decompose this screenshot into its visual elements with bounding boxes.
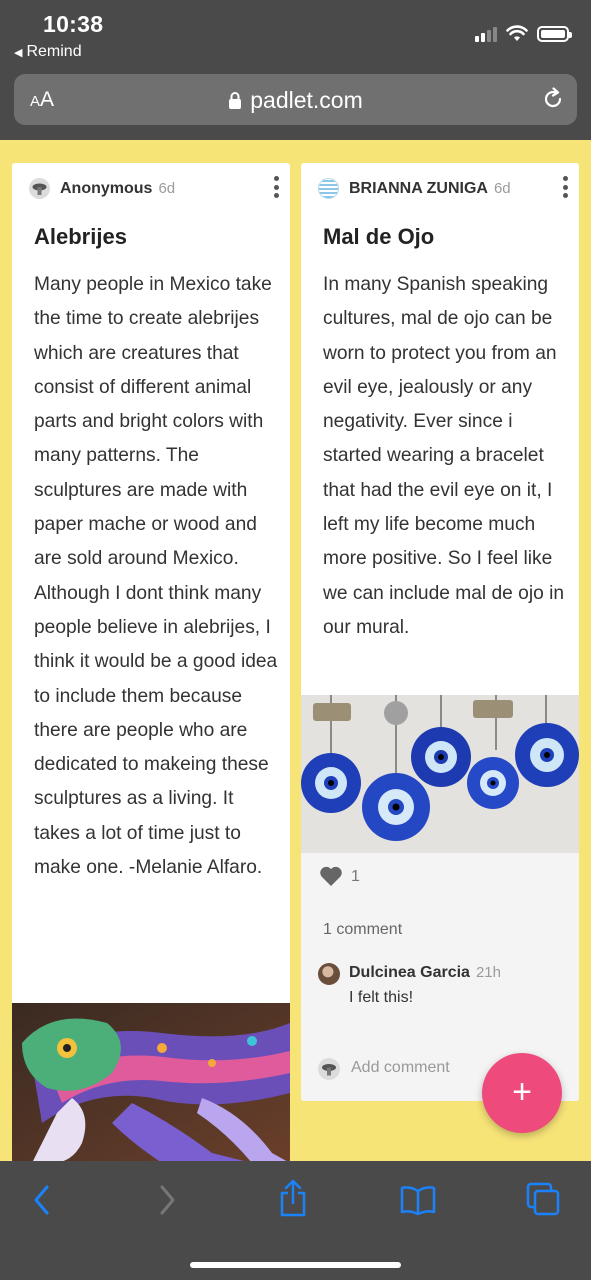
post-header: Anonymous 6d	[12, 163, 290, 213]
back-triangle-icon: ◀	[14, 47, 23, 59]
lock-icon	[229, 92, 242, 109]
status-icons	[475, 25, 572, 42]
comment-author: Dulcinea Garcia 21h	[349, 964, 501, 981]
wifi-icon	[506, 25, 528, 41]
home-indicator[interactable]	[190, 1262, 401, 1268]
reload-icon[interactable]	[541, 87, 565, 111]
anonymous-avatar-icon	[318, 1058, 340, 1080]
address-bar[interactable]: AA padlet.com	[14, 74, 577, 125]
back-to-app-link[interactable]: ◀ Remind	[14, 43, 82, 61]
heart-icon	[320, 866, 342, 886]
post-header: BRIANNA ZUNIGA 6d	[301, 163, 579, 213]
add-post-button[interactable]: +	[482, 1053, 562, 1133]
alebrije-image[interactable]	[12, 1003, 290, 1163]
cellular-signal-icon	[475, 26, 497, 42]
comment-text: I felt this!	[349, 989, 414, 1006]
back-app-label: Remind	[26, 43, 82, 60]
browser-top-chrome: 10:38 ◀ Remind AA padlet.com	[0, 0, 591, 140]
post-age: 6d	[158, 180, 176, 197]
post-card-alebrijes[interactable]: Anonymous 6d Alebrijes Many people in Mex…	[12, 163, 290, 1163]
battery-icon	[537, 25, 572, 42]
user-avatar-icon	[318, 178, 339, 199]
like-count: 1	[351, 867, 360, 885]
post-menu-icon[interactable]	[271, 174, 281, 200]
comment-count[interactable]: 1 comment	[323, 921, 402, 939]
tabs-icon[interactable]	[526, 1182, 560, 1216]
post-title: Alebrijes	[34, 224, 127, 249]
share-icon[interactable]	[279, 1179, 307, 1217]
add-comment-input[interactable]: Add comment	[351, 1059, 450, 1077]
url-display[interactable]: padlet.com	[14, 87, 577, 114]
post-body: Many people in Mexico take the time to c…	[34, 274, 278, 879]
forward-chevron-icon[interactable]	[156, 1183, 178, 1217]
post-age: 6d	[493, 180, 511, 197]
url-text: padlet.com	[250, 87, 363, 113]
post-author: BRIANNA ZUNIGA 6d	[349, 180, 511, 197]
back-chevron-icon[interactable]	[31, 1183, 53, 1217]
post-body: In many Spanish speaking cultures, mal d…	[323, 274, 565, 638]
post-author: Anonymous 6d	[60, 180, 176, 197]
commenter-avatar	[318, 963, 340, 985]
like-button[interactable]: 1	[319, 866, 360, 887]
evil-eye-image[interactable]	[301, 695, 579, 853]
status-time: 10:38	[43, 11, 104, 37]
anonymous-avatar-icon	[29, 178, 50, 199]
post-menu-icon[interactable]	[560, 174, 570, 200]
post-title: Mal de Ojo	[323, 224, 435, 249]
post-card-mal-de-ojo[interactable]: BRIANNA ZUNIGA 6d Mal de Ojo In many Span…	[301, 163, 579, 1101]
bookmarks-icon[interactable]	[400, 1185, 436, 1215]
comment-age: 21h	[475, 964, 501, 981]
